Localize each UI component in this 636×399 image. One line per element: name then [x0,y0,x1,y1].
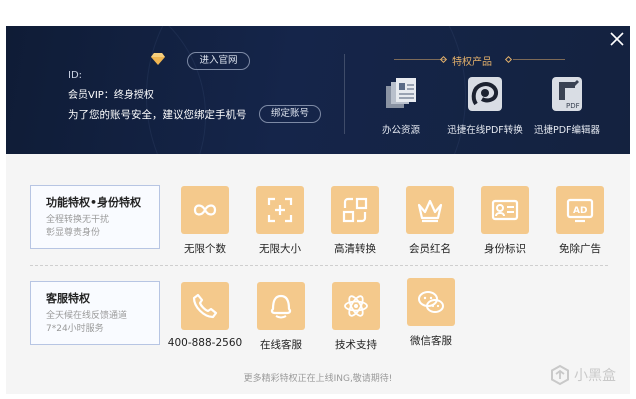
feature-wechat-service[interactable]: 微信客服 [396,278,466,348]
close-icon[interactable] [608,30,626,48]
feature-label: 身份标识 [484,243,526,255]
feature-label: 400-888-2560 [167,337,243,349]
title-line-left [394,59,446,60]
category-title: 客服特权 [46,292,90,305]
user-id-label: ID: [68,70,83,81]
xiaoheihe-logo-icon [551,364,569,386]
privilege-products-title: 特权产品 [452,57,492,68]
phone-icon [192,293,218,319]
header-divider [344,54,345,134]
category-title: 功能特权•身份特权 [46,196,142,209]
infinity-icon [193,204,217,216]
section-divider [30,265,608,266]
feature-label: 会员红名 [409,243,451,255]
title-diamond-right [504,55,513,64]
online-chat-icon [270,294,292,319]
feature-tech-support[interactable]: 技术支持 [321,282,391,352]
feature-tile [481,186,529,234]
feature-unlimited-count[interactable]: 无限个数 [170,186,240,256]
feature-tile [331,186,379,234]
watermark: 小黑盒 [549,364,616,386]
office-resources-icon [386,78,416,108]
feature-tile [257,282,305,330]
visit-website-button[interactable]: 进入官网 [187,52,250,70]
feature-identity-badge[interactable]: 身份标识 [470,186,540,256]
watermark-text: 小黑盒 [574,368,616,384]
feature-label: 技术支持 [335,339,377,351]
feature-tile [406,186,454,234]
product-label: 迅捷在线PDF转换 [447,125,523,136]
feature-tile: AD [556,186,604,234]
feature-hotline[interactable]: 400-888-2560 [166,282,244,349]
feature-online-service[interactable]: 在线客服 [246,282,316,352]
feature-tile [181,282,229,330]
feature-tile [407,278,455,326]
category-subtitle: 全程转换无干扰 [46,215,110,225]
product-pdf-editor[interactable]: PDF 迅捷PDF编辑器 [533,76,601,136]
feature-member-red-name[interactable]: 会员红名 [395,186,465,256]
diamond-icon [151,53,165,65]
atom-icon [344,295,368,317]
feature-label: 高清转换 [334,243,376,255]
coming-soon-note: 更多精彩特权正在上线ING,敬请期待! [243,374,393,384]
crown-icon [417,199,443,223]
pdf-editor-icon: PDF [552,77,582,111]
svg-text:PDF: PDF [566,102,580,110]
account-header: ID: 会员VIP：终身授权 为了您的账号安全，建议您绑定手机号 进入官网 绑定… [6,26,630,154]
id-card-icon [491,199,519,221]
scan-size-icon [267,197,293,223]
product-online-pdf-convert[interactable]: 迅捷在线PDF转换 [444,76,526,136]
title-line-right [513,59,565,60]
feature-label: 免除广告 [559,243,601,255]
feature-hd-convert[interactable]: 高清转换 [320,186,390,256]
feature-tile [181,186,229,234]
bind-phone-tip: 为了您的账号安全，建议您绑定手机号 [68,109,247,121]
convert-icon [342,197,368,223]
privileges-panel: 功能特权•身份特权 全程转换无干扰 彰显尊贵身份 无限个数 无限大小 高清转换 … [6,154,630,394]
feature-tile [256,186,304,234]
category-subtitle: 全天候在线反馈通道 [46,311,128,321]
feature-label: 无限大小 [259,243,301,255]
feature-label: 微信客服 [410,335,452,347]
feature-unlimited-size[interactable]: 无限大小 [245,186,315,256]
wechat-icon [418,291,444,313]
product-label: 迅捷PDF编辑器 [533,125,600,136]
bind-account-button[interactable]: 绑定账号 [259,105,321,123]
feature-label: 在线客服 [260,339,302,351]
product-office-resources[interactable]: 办公资源 [379,76,423,136]
product-label: 办公资源 [381,125,420,136]
vip-privileges-dialog: ID: 会员VIP：终身授权 为了您的账号安全，建议您绑定手机号 进入官网 绑定… [6,26,630,394]
feature-privilege-category: 功能特权•身份特权 全程转换无干扰 彰显尊贵身份 [30,185,160,249]
feature-ad-free[interactable]: AD 免除广告 [545,186,615,256]
category-subtitle: 7*24小时服务 [46,324,104,334]
online-pdf-convert-icon [468,77,502,111]
ad-icon: AD [566,198,594,223]
feature-label: 无限个数 [184,243,226,255]
category-subtitle: 彰显尊贵身份 [46,228,101,238]
feature-tile [332,282,380,330]
vip-status: 会员VIP：终身授权 [68,90,154,101]
service-privilege-category: 客服特权 全天候在线反馈通道 7*24小时服务 [30,281,160,345]
svg-text:AD: AD [573,206,587,216]
